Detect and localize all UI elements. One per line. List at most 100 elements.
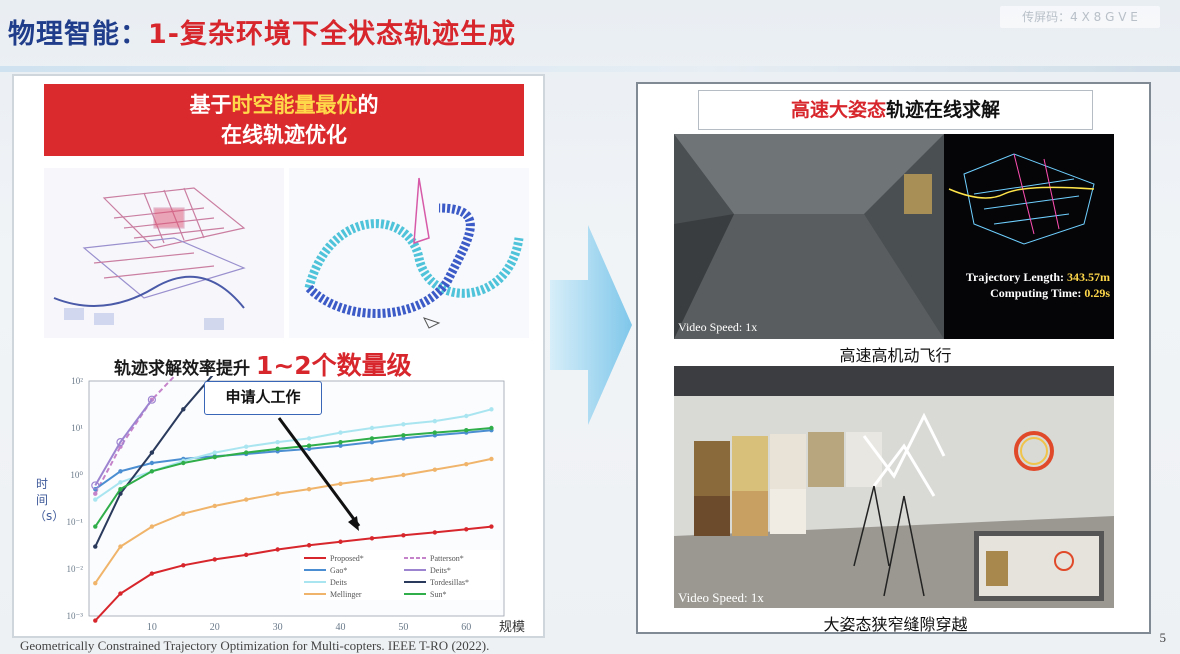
- banner-highlight: 时空能量最优: [231, 93, 358, 117]
- series-point: [181, 563, 186, 568]
- series-point: [275, 547, 280, 552]
- slide-title: 物理智能：1-复杂环境下全状态轨迹生成: [8, 12, 516, 51]
- series-point: [401, 472, 406, 478]
- series-point: [118, 591, 123, 596]
- traj-length-label: Trajectory Length:: [965, 270, 1067, 284]
- series-point: [489, 524, 494, 529]
- series-point: [118, 486, 123, 492]
- y-tick-label: 10⁻²: [67, 564, 84, 574]
- x-axis-unit: 规模: [498, 620, 525, 635]
- series-point: [93, 497, 98, 502]
- series-point: [369, 436, 375, 441]
- series-point: [401, 433, 406, 438]
- series-point: [243, 552, 249, 558]
- series-point: [306, 436, 312, 441]
- right-panel-title: 高速大姿态轨迹在线求解: [698, 90, 1093, 130]
- series-point: [275, 446, 280, 452]
- y-tick-label: 10¹: [71, 423, 83, 433]
- runtime-comparison-chart: 10⁻³ 10⁻² 10⁻¹ 10⁰ 10¹ 10² 10 20 30 40 50 60 Propose…: [67, 376, 505, 633]
- legend-label: Deits: [330, 578, 347, 587]
- title-number: 1: [148, 19, 168, 50]
- series-point: [401, 422, 406, 427]
- series-point: [369, 425, 375, 431]
- series-point: [306, 486, 312, 492]
- series-point: [306, 443, 312, 448]
- series-point: [275, 439, 280, 445]
- x-tick-label: 20: [210, 622, 220, 633]
- caption-top: 高速高机动飞行: [839, 346, 952, 365]
- series-point: [338, 430, 343, 435]
- series-point: [401, 533, 406, 538]
- series-point: [149, 450, 155, 455]
- banner-text-c: 的: [357, 93, 379, 117]
- series-point: [118, 480, 123, 485]
- title-main: -复杂环境下全状态轨迹生成: [167, 19, 517, 50]
- x-tick-label: 30: [273, 622, 283, 633]
- series-point: [489, 407, 494, 412]
- right-panel: 高速大姿态轨迹在线求解 Video Speed: 1x Trajectory L…: [636, 82, 1151, 634]
- series-point: [93, 618, 98, 623]
- figure8-trajectory-visual: [289, 168, 529, 338]
- series-point: [212, 454, 217, 460]
- caption-bottom: 大姿态狭窄缝隙穿越: [823, 615, 968, 634]
- traj-length-value: 343.57m: [1067, 270, 1110, 284]
- title-prefix: 物理智能：: [8, 19, 148, 50]
- callout-box: 申请人工作: [204, 381, 322, 415]
- series-point: [93, 544, 98, 549]
- series-point: [149, 460, 155, 466]
- page-number: 5: [1159, 630, 1167, 645]
- header-divider: [0, 66, 1180, 72]
- x-tick-label: 10: [147, 622, 157, 633]
- x-tick-label: 60: [461, 622, 471, 633]
- right-title-text: 轨迹在线求解: [886, 99, 1001, 121]
- series-point: [93, 491, 98, 496]
- share-code: 传屏码：4 X 8 G V E: [1000, 6, 1160, 28]
- legend-label: Tordesillas*: [430, 578, 469, 587]
- y-tick-label: 10⁻¹: [67, 517, 84, 527]
- series-point: [275, 491, 280, 496]
- series-point: [306, 543, 312, 548]
- series-point: [338, 539, 343, 544]
- series-point: [464, 427, 469, 433]
- x-tick-label: 50: [398, 622, 408, 633]
- legend-label: Deits*: [430, 566, 451, 575]
- series-point: [489, 425, 494, 431]
- legend-label: Patterson*: [430, 554, 464, 563]
- series-point: [118, 469, 123, 474]
- narrow-gap-video[interactable]: Video Speed: 1x: [674, 366, 1114, 608]
- x-tick-label: 40: [336, 622, 346, 633]
- title-bar: 物理智能：1-复杂环境下全状态轨迹生成 传屏码：4 X 8 G V E: [0, 0, 1180, 64]
- series-point: [243, 497, 249, 502]
- y-tick-label: 10⁻³: [67, 611, 84, 621]
- series-point: [181, 407, 186, 412]
- series-point: [93, 580, 98, 586]
- legend-label: Gao*: [330, 566, 347, 575]
- series-point: [149, 469, 155, 474]
- series-point: [243, 450, 249, 455]
- citation: Geometrically Constrained Trajectory Opt…: [20, 638, 490, 653]
- right-title-highlight: 高速大姿态: [790, 99, 886, 121]
- series-point: [369, 477, 375, 482]
- high-speed-flight-video[interactable]: Video Speed: 1x Trajectory Length: 343.5…: [674, 134, 1114, 339]
- series-point: [212, 503, 217, 509]
- series-point: [338, 439, 343, 445]
- lab-scene-image: [674, 366, 1114, 608]
- series-point: [369, 536, 375, 541]
- series-point: [432, 467, 438, 472]
- series-point: [212, 557, 217, 562]
- building-trajectory-visual: [44, 168, 284, 338]
- banner-text-a: 基于: [189, 93, 232, 117]
- banner-line2: 在线轨迹优化: [221, 123, 347, 147]
- series-point: [432, 418, 438, 424]
- y-tick-label: 10⁰: [70, 470, 83, 480]
- video-speed-label-top: Video Speed: 1x: [678, 320, 758, 334]
- series-point: [464, 413, 469, 419]
- right-arrow-icon: [550, 225, 632, 425]
- legend-label: Sun*: [430, 590, 446, 599]
- series-point: [181, 460, 186, 466]
- series-point: [149, 571, 155, 576]
- series-point: [243, 444, 249, 449]
- legend-label: Proposed*: [330, 554, 364, 563]
- compute-time-label: Computing Time:: [990, 286, 1085, 300]
- trajectory-stats: Trajectory Length: 343.57m Computing Tim…: [944, 269, 1110, 301]
